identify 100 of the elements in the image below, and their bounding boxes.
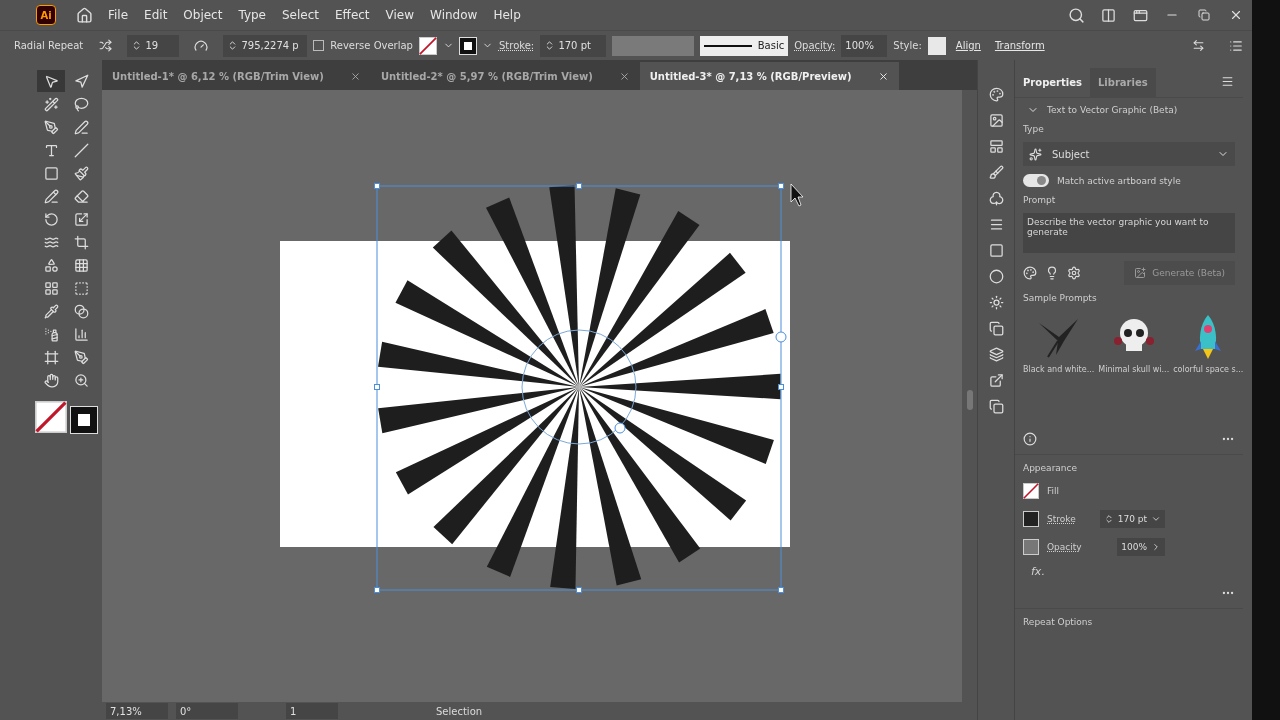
arrange-icon[interactable] <box>1191 39 1205 52</box>
grid-icon <box>73 257 89 273</box>
club-icon[interactable] <box>988 190 1004 206</box>
sample-caption[interactable]: Minimal skull wi... <box>1098 365 1170 374</box>
search-icon[interactable] <box>1067 6 1085 24</box>
menu-item[interactable]: Window <box>422 8 486 22</box>
scrollbar-thumb[interactable] <box>966 390 973 410</box>
chevron-down-icon <box>1151 514 1161 524</box>
rotate-icon <box>43 211 59 227</box>
reverse-overlap-label: Reverse Overlap <box>330 40 413 51</box>
copy-icon[interactable] <box>988 398 1004 414</box>
brush-icon[interactable] <box>988 164 1004 180</box>
none-swatch[interactable] <box>418 36 437 55</box>
spacing-handle[interactable] <box>614 422 626 434</box>
export-icon[interactable] <box>988 372 1004 388</box>
stroke-swatch[interactable] <box>459 37 476 54</box>
workspace-icon[interactable] <box>1100 7 1116 23</box>
menu-item[interactable]: Edit <box>136 8 176 22</box>
menu-item[interactable]: Effect <box>327 8 378 22</box>
close-icon[interactable] <box>1229 8 1243 22</box>
scale-icon <box>73 211 89 227</box>
app-logo[interactable]: Ai <box>36 5 56 25</box>
instances-field[interactable]: 19 <box>127 34 180 57</box>
crop-icon <box>73 234 89 250</box>
sample-caption[interactable]: colorful space s... <box>1173 365 1244 374</box>
none-swatch[interactable] <box>1023 483 1039 499</box>
menu-item[interactable]: Help <box>485 8 529 22</box>
info-icon[interactable] <box>1023 432 1037 446</box>
panel-tab[interactable]: Libraries <box>1089 68 1156 97</box>
pen-icon <box>43 119 59 135</box>
stroke-label[interactable]: Stroke: <box>498 40 535 51</box>
close-icon[interactable] <box>618 70 630 82</box>
cursor-icon <box>790 183 804 207</box>
window-icon[interactable] <box>1132 7 1148 23</box>
lasso-icon <box>73 96 89 112</box>
grid-icon <box>43 280 59 296</box>
palette-icon[interactable] <box>988 86 1004 102</box>
list-icon[interactable] <box>1229 38 1243 53</box>
line-icon <box>73 142 89 158</box>
document-tab[interactable]: Untitled-3* @ 7,13 % (RGB/Preview) <box>639 62 899 90</box>
stroke-weight-field[interactable]: 170 pt <box>540 34 607 57</box>
opacity-label[interactable]: Opacity: <box>794 40 836 51</box>
stroke-color-swatch[interactable] <box>71 407 97 433</box>
stroke-label[interactable]: Stroke <box>1047 514 1076 524</box>
menu-icon[interactable] <box>1220 74 1234 88</box>
opacity-label[interactable]: Opacity <box>1047 542 1082 552</box>
image-plus-icon <box>1134 267 1147 279</box>
square-icon[interactable] <box>988 242 1004 258</box>
prompt-label: Prompt <box>1023 195 1057 205</box>
brush-dropdown[interactable]: Basic <box>700 35 789 56</box>
menu-item[interactable]: Object <box>175 8 231 22</box>
circle-icon[interactable] <box>988 268 1004 284</box>
menu-item[interactable]: Select <box>274 8 328 22</box>
style-label: Style: <box>893 40 922 51</box>
artboard-field[interactable]: 1 <box>286 703 338 719</box>
menu-item[interactable]: File <box>100 8 137 22</box>
align-link[interactable]: Align <box>951 40 985 51</box>
panel-icon[interactable] <box>988 138 1004 154</box>
type-dropdown[interactable]: Subject <box>1023 142 1235 166</box>
eraser-icon <box>73 188 89 204</box>
lines-icon[interactable] <box>988 216 1004 232</box>
reverse-overlap-checkbox[interactable] <box>313 40 325 51</box>
zoom-field[interactable]: 7,13% <box>106 703 168 719</box>
effects-button[interactable]: fx. <box>1023 565 1235 578</box>
pencil-icon <box>43 188 59 204</box>
menu-item[interactable]: Type <box>230 8 274 22</box>
close-icon[interactable] <box>349 70 361 82</box>
close-icon[interactable] <box>877 70 889 82</box>
transform-link[interactable]: Transform <box>990 40 1049 51</box>
radius-handle[interactable] <box>775 331 787 343</box>
none-swatch[interactable] <box>35 401 67 433</box>
match-style-label: Match active artboard style <box>1057 175 1181 186</box>
wand-icon <box>43 96 59 112</box>
stroke-field[interactable]: 170 pt <box>1099 510 1165 528</box>
copy-icon[interactable] <box>988 320 1004 336</box>
menu-item[interactable]: View <box>377 8 423 22</box>
restore-icon[interactable] <box>1198 9 1210 21</box>
lightbulb-icon[interactable] <box>1045 266 1059 280</box>
layers-icon[interactable] <box>988 346 1004 362</box>
opacity-swatch[interactable] <box>1023 539 1039 555</box>
sun-icon[interactable] <box>988 294 1004 310</box>
match-style-toggle[interactable] <box>1023 174 1049 187</box>
arrow-icon <box>43 73 59 89</box>
sample-caption[interactable]: Black and white... <box>1023 365 1095 374</box>
radius-field[interactable]: 795,2274 p <box>223 34 308 57</box>
settings-icon[interactable] <box>1067 266 1081 280</box>
rectangle-icon <box>43 165 59 181</box>
style-swatch[interactable] <box>927 36 946 55</box>
opacity-field[interactable]: 100% <box>1117 538 1165 556</box>
prompt-field[interactable]: Describe the vector graphic you want to generate <box>1023 213 1235 253</box>
tool-name: Radial Repeat <box>14 40 84 51</box>
home-icon[interactable] <box>75 6 93 24</box>
type-icon <box>43 142 59 158</box>
sparkle-icon <box>1029 147 1042 161</box>
image-icon[interactable] <box>988 112 1004 128</box>
opacity-field[interactable]: 100% <box>841 34 888 57</box>
rotation-field[interactable]: 0° <box>176 703 238 719</box>
tool-button[interactable] <box>37 70 65 92</box>
stepper-icon <box>1103 514 1114 524</box>
palette-icon[interactable] <box>1023 266 1037 280</box>
